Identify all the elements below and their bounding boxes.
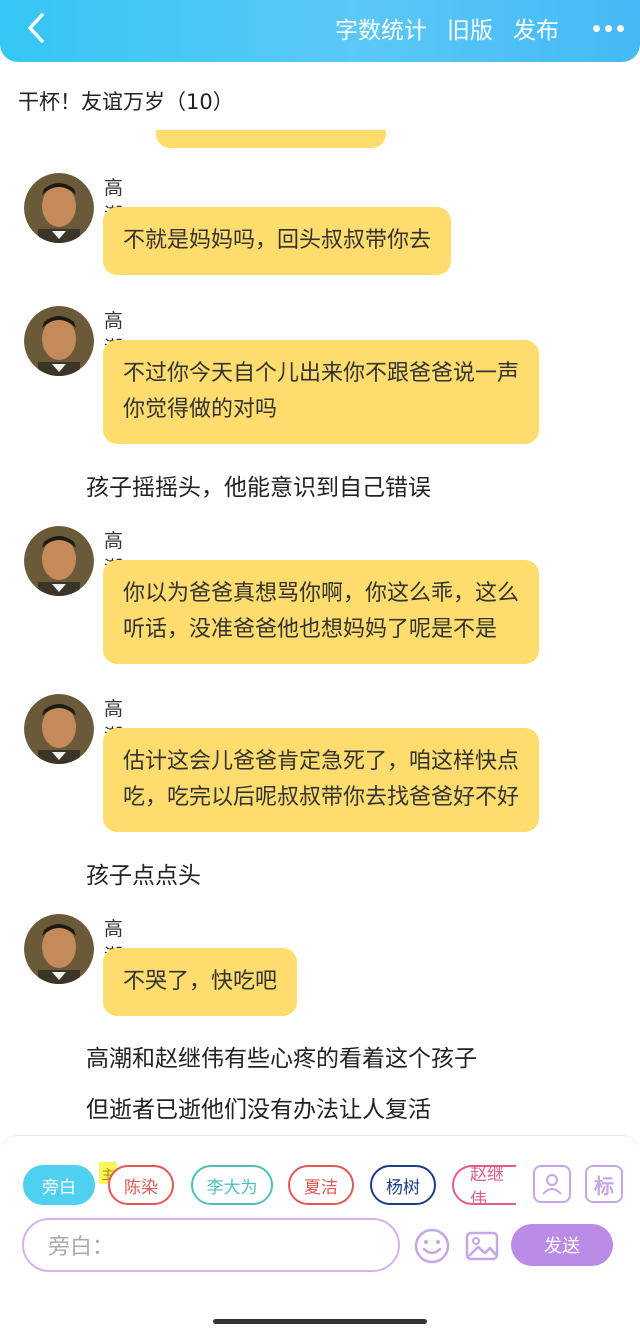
avatar[interactable] [24, 914, 94, 984]
message-text: 不过你今天自个儿出来你不跟爸爸说一声 [123, 361, 520, 386]
message-bubble[interactable]: 不就是妈妈吗，回头叔叔带你去 [103, 207, 452, 275]
narration-text: 但逝者已逝他们没有办法让人复活 [86, 1097, 431, 1123]
avatar[interactable] [24, 694, 94, 764]
role-manage-button[interactable] [533, 1165, 571, 1203]
back-button[interactable] [18, 10, 54, 46]
message-bubble[interactable]: 不过你今天自个儿出来你不跟爸爸说一声 你觉得做的对吗 [103, 340, 540, 444]
home-indicator[interactable] [213, 1319, 427, 1324]
message-bubble[interactable]: 估计这会儿爸爸肯定急死了，咱这样快点 吃，吃完以后呢叔叔带你去找爸爸好不好 [103, 728, 540, 832]
narration-text: 孩子摇摇头，他能意识到自己错误 [86, 475, 431, 501]
word-count-button[interactable]: 字数统计 [335, 11, 427, 45]
avatar[interactable] [24, 306, 94, 376]
avatar[interactable] [24, 526, 94, 596]
role-chip-narration[interactable]: 旁白 [23, 1165, 95, 1205]
image-button[interactable] [462, 1226, 502, 1266]
input-placeholder: 旁白： [48, 1235, 115, 1260]
narration-text: 孩子点点头 [86, 863, 201, 889]
narration-text: 高潮和赵继伟有些心疼的看着这个孩子 [86, 1046, 477, 1072]
send-button[interactable]: 发送 [511, 1224, 613, 1266]
mark-button[interactable]: 标 [585, 1165, 623, 1203]
publish-button[interactable]: 发布 [513, 11, 559, 45]
message-input[interactable]: 旁白： [22, 1218, 400, 1272]
message-text: 不哭了，快吃吧 [123, 969, 278, 994]
message-text: 不就是妈妈吗，回头叔叔带你去 [123, 228, 432, 253]
role-chip[interactable]: 陈染 [108, 1165, 174, 1205]
emoji-icon [414, 1228, 450, 1264]
message-bubble[interactable]: 你以为爸爸真想骂你啊，你这么乖，这么 听话，没准爸爸他也想妈妈了呢是不是 [103, 560, 540, 664]
old-version-button[interactable]: 旧版 [447, 11, 493, 45]
message-text: 估计这会儿爸爸肯定急死了，咱这样快点 [123, 749, 520, 774]
top-bar: 字数统计 旧版 发布 [0, 0, 640, 62]
partial-message-bubble [156, 130, 386, 148]
message-text: 吃，吃完以后呢叔叔带你去找爸爸好不好 [123, 785, 520, 810]
role-chip[interactable]: 杨树 [370, 1165, 436, 1205]
message-text: 听话，没准爸爸他也想妈妈了呢是不是 [123, 617, 498, 642]
composer-panel: 旁白 主 陈染 李大为 夏洁 杨树 赵继伟 标 旁白： 发送 [0, 1135, 640, 1335]
emoji-button[interactable] [412, 1226, 452, 1266]
group-title: 干杯！友谊万岁（10） [18, 90, 234, 114]
person-card-icon [542, 1174, 562, 1195]
avatar[interactable] [24, 173, 94, 243]
role-chip[interactable]: 夏洁 [288, 1165, 354, 1205]
role-chip[interactable]: 赵继伟 [452, 1165, 516, 1205]
image-icon [465, 1231, 499, 1261]
chevron-left-icon [28, 13, 44, 43]
more-dots-icon[interactable] [593, 24, 624, 32]
message-text: 你以为爸爸真想骂你啊，你这么乖，这么 [123, 581, 520, 606]
message-text: 你觉得做的对吗 [123, 397, 278, 422]
role-chip[interactable]: 李大为 [191, 1165, 273, 1205]
message-bubble[interactable]: 不哭了，快吃吧 [103, 948, 298, 1016]
